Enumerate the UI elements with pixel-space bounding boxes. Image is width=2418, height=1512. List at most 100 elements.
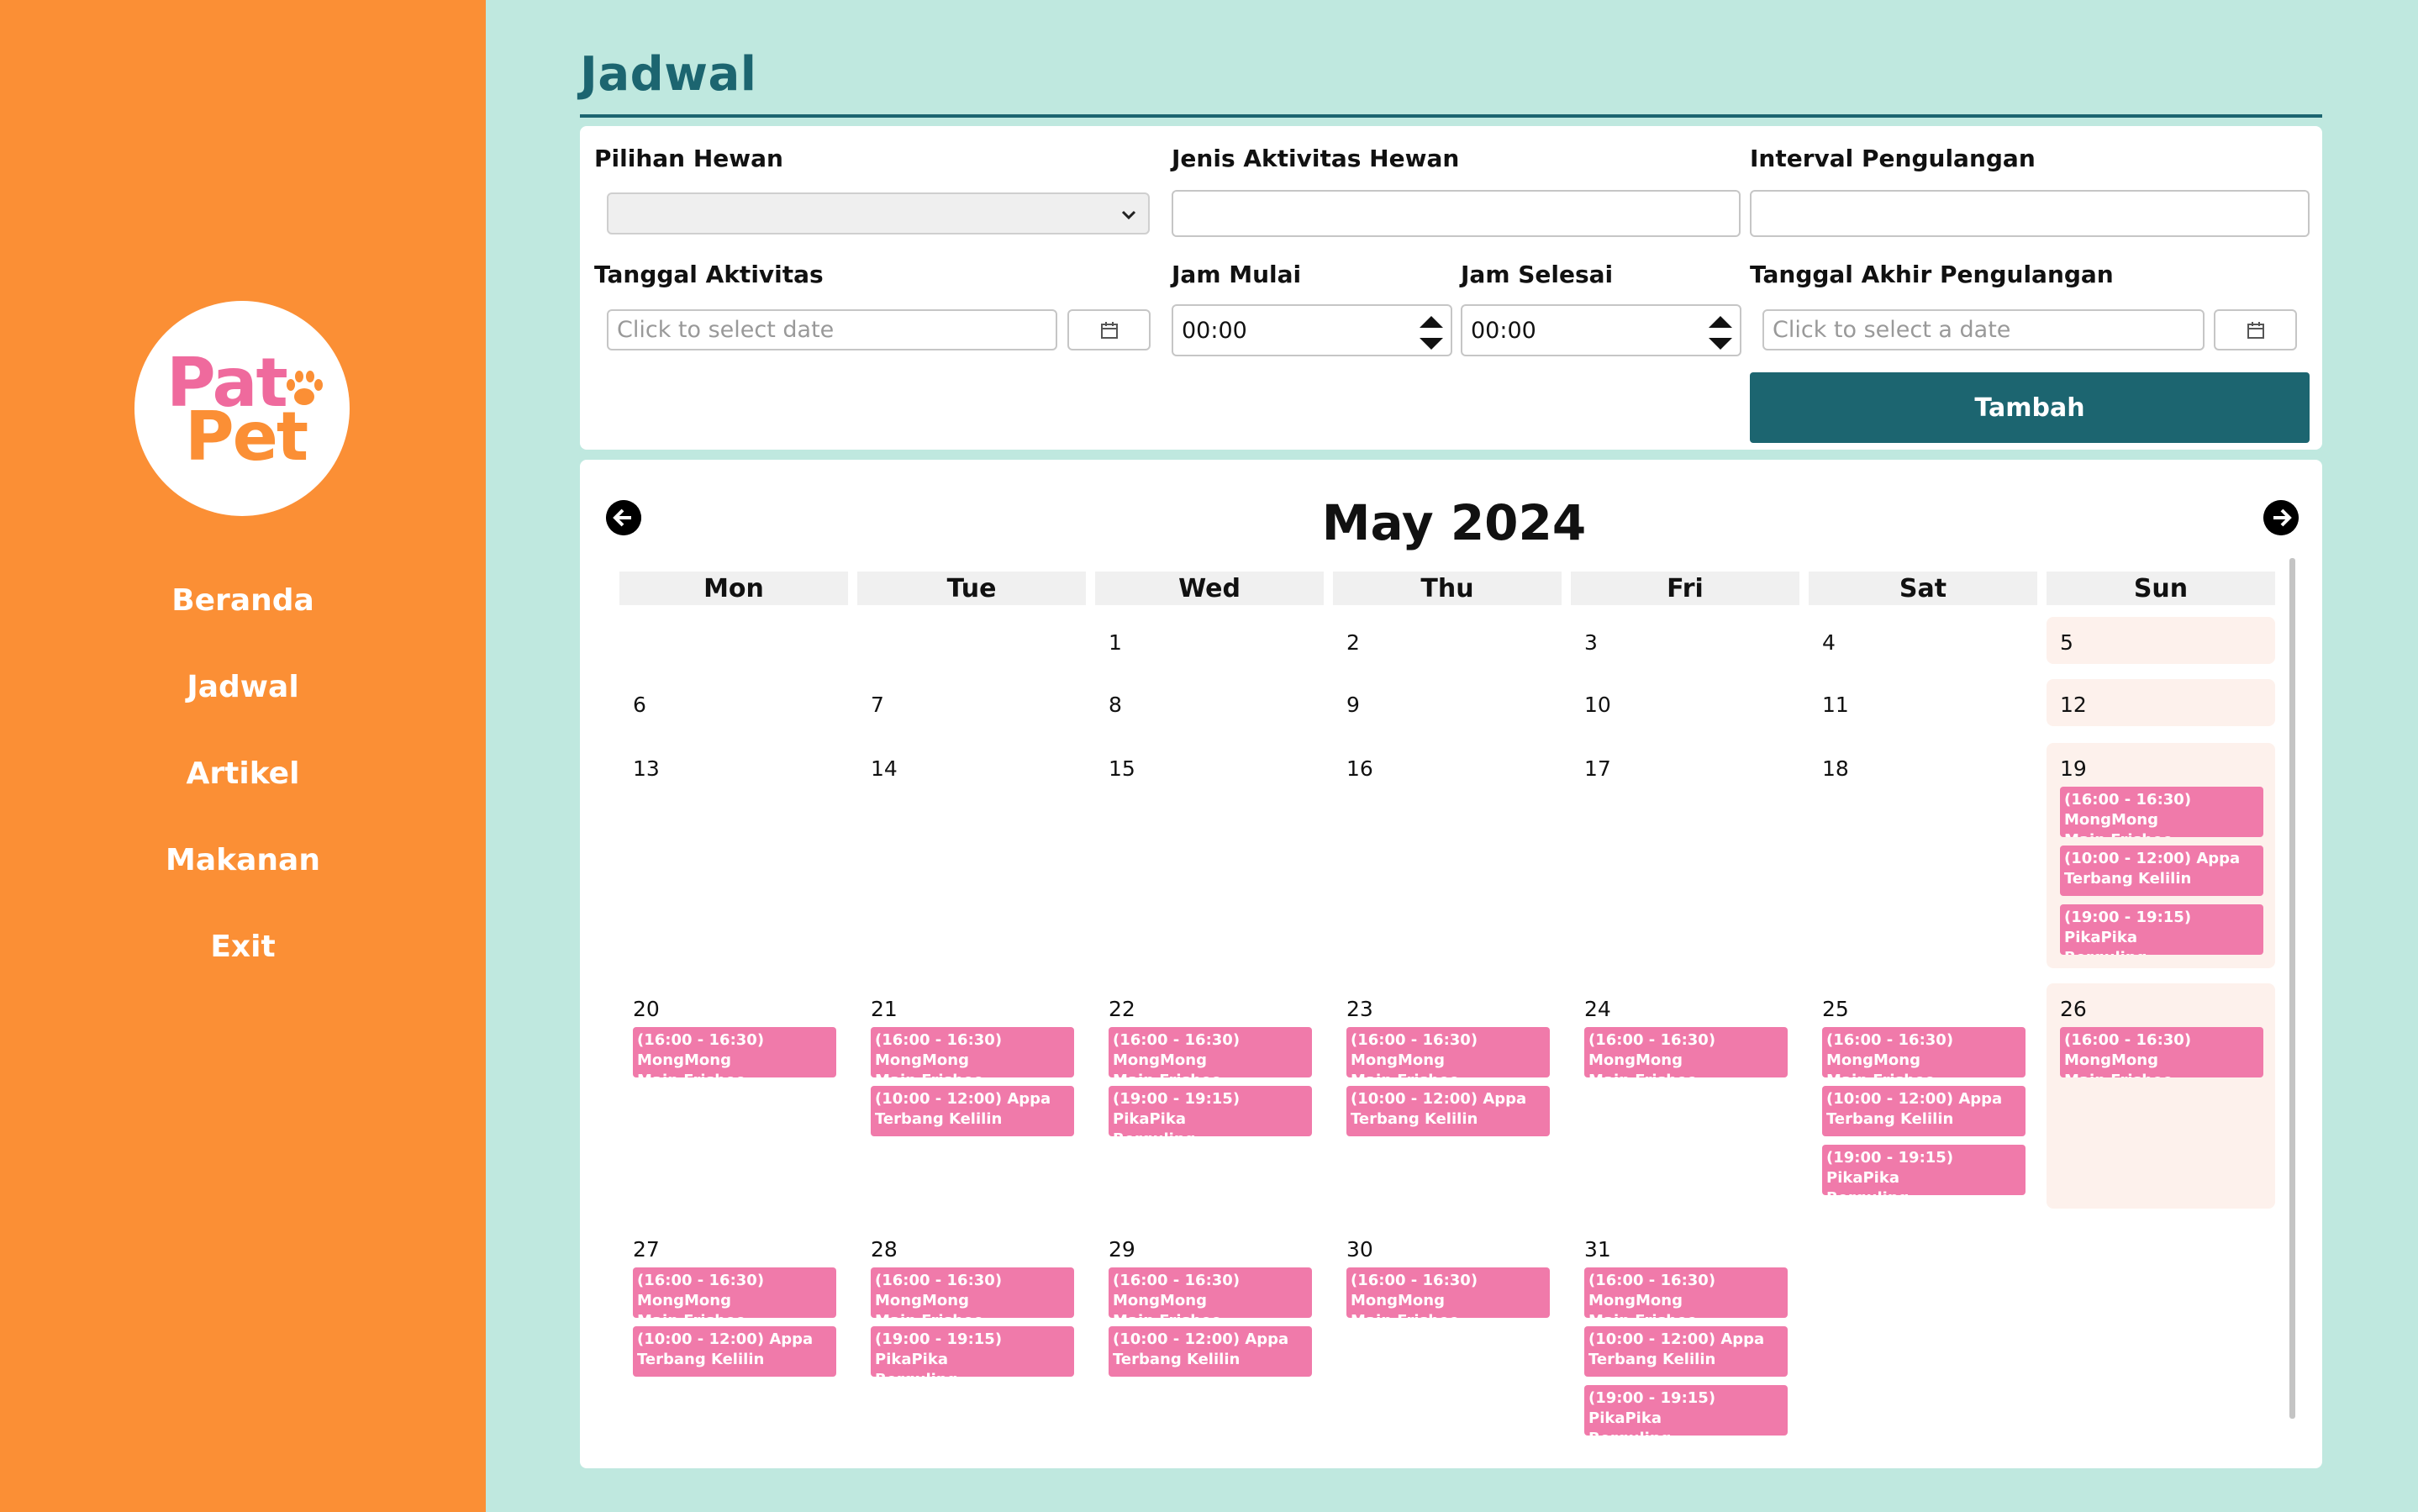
calendar-day-cell[interactable]: 11 [1809, 679, 2037, 733]
schedule-event[interactable]: (16:00 - 16:30) MongMongMain Frisbee [633, 1027, 836, 1077]
day-number: 17 [1584, 756, 1611, 781]
event-time-pet: (10:00 - 12:00) Appa [875, 1090, 1051, 1108]
schedule-event[interactable]: (10:00 - 12:00) Appa Terbang Kelilin [1109, 1326, 1312, 1377]
day-number: 27 [633, 1237, 660, 1262]
schedule-event[interactable]: (16:00 - 16:30) MongMongMain Frisbee [633, 1267, 836, 1318]
day-number: 25 [1822, 997, 1849, 1021]
calendar-day-cell[interactable]: 31(16:00 - 16:30) MongMongMain Frisbee(1… [1571, 1224, 1799, 1456]
nav-item-jadwal[interactable]: Jadwal [0, 670, 486, 704]
day-number: 2 [1346, 630, 1360, 655]
calendar-day-cell[interactable]: 4 [1809, 617, 2037, 671]
event-activity: Main Frisbee [1351, 1071, 1546, 1077]
schedule-event[interactable]: (19:00 - 19:15) PikaPikaBerguling [2060, 904, 2263, 955]
schedule-event[interactable]: (16:00 - 16:30) MongMongMain Frisbee [1584, 1267, 1788, 1318]
day-number: 10 [1584, 693, 1611, 717]
event-activity: Berguling [875, 1370, 1070, 1377]
schedule-event[interactable]: (10:00 - 12:00) Appa Terbang Kelilin [1346, 1086, 1550, 1136]
event-activity: Main Frisbee [875, 1311, 1070, 1318]
calendar-day-cell[interactable]: 13 [619, 743, 848, 975]
calendar-day-cell[interactable]: 26 (16:00 - 16:30) MongMong Main Frisbee [2047, 983, 2275, 1209]
calendar-day-cell[interactable]: 18 [1809, 743, 2037, 975]
weekday-header: Wed [1095, 572, 1324, 605]
calendar-day-cell[interactable]: 30 (16:00 - 16:30) MongMong Main Frisbee [1333, 1224, 1562, 1456]
schedule-event[interactable]: (16:00 - 16:30) MongMongMain Frisbee [1109, 1027, 1312, 1077]
calendar-day-cell[interactable]: 14 [857, 743, 1086, 975]
calendar-day-cell[interactable]: 3 [1571, 617, 1799, 671]
calendar-day-cell[interactable]: 7 [857, 679, 1086, 733]
schedule-event[interactable]: (10:00 - 12:00) Appa Terbang Kelilin [1584, 1326, 1788, 1377]
schedule-event[interactable]: (16:00 - 16:30) MongMong Main Frisbee [871, 1027, 1074, 1077]
add-schedule-button[interactable]: Tambah [1750, 372, 2310, 443]
calendar-day-cell[interactable]: 24 (16:00 - 16:30) MongMong Main Frisbee [1571, 983, 1799, 1215]
weekday-header: Thu [1333, 572, 1562, 605]
day-number: 5 [2060, 630, 2073, 655]
schedule-event[interactable]: (16:00 - 16:30) MongMongMain Frisbee [871, 1267, 1074, 1318]
schedule-event[interactable]: (19:00 - 19:15) PikaPikaBerguling [1584, 1385, 1788, 1436]
time-spinner-icon[interactable] [1415, 311, 1447, 355]
schedule-event[interactable]: (16:00 - 16:30) MongMongMain Frisbee [1584, 1027, 1788, 1077]
calendar-day-cell[interactable]: 17 [1571, 743, 1799, 975]
repeat-end-input[interactable]: Click to select a date [1762, 309, 2205, 350]
calendar-day-cell[interactable]: 10 [1571, 679, 1799, 733]
nav-item-beranda[interactable]: Beranda [0, 583, 486, 618]
schedule-event[interactable]: (16:00 - 16:30) MongMongMain Frisbee [2060, 1027, 2263, 1077]
calendar-day-cell[interactable]: 8 [1095, 679, 1324, 733]
date-label: Tanggal Aktivitas [594, 261, 824, 288]
schedule-event[interactable]: (16:00 - 16:30) MongMongMain Frisbee [1109, 1267, 1312, 1318]
date-input[interactable]: Click to select date [607, 309, 1057, 350]
calendar-day-cell[interactable]: 16 [1333, 743, 1562, 975]
schedule-event[interactable]: (19:00 - 19:15) PikaPikaBerguling [1822, 1145, 2026, 1195]
schedule-event[interactable]: (10:00 - 12:00) Appa Terbang Kelilin [633, 1326, 836, 1377]
arrow-left-icon[interactable] [606, 500, 641, 535]
calendar-scrollbar[interactable] [2289, 558, 2295, 1419]
event-time-pet: (16:00 - 16:30) MongMong [875, 1031, 1003, 1069]
schedule-event[interactable]: (10:00 - 12:00) Appa Terbang Kelilin [2060, 846, 2263, 896]
calendar-day-cell[interactable]: 2 [1333, 617, 1562, 671]
schedule-event[interactable]: (10:00 - 12:00) Appa Terbang Kelilin [871, 1086, 1074, 1136]
nav-item-exit[interactable]: Exit [0, 930, 486, 964]
calendar-day-cell[interactable]: 1 [1095, 617, 1324, 671]
arrow-right-icon[interactable] [2263, 500, 2299, 535]
interval-input[interactable] [1750, 190, 2310, 237]
event-time-pet: (16:00 - 16:30) MongMong [1351, 1031, 1478, 1069]
schedule-event[interactable]: (19:00 - 19:15) PikaPikaBerguling [1109, 1086, 1312, 1136]
start-time-input[interactable]: 00:00 [1172, 304, 1452, 356]
event-time-pet: (16:00 - 16:30) MongMong [1351, 1272, 1478, 1309]
calendar-day-cell[interactable]: 19(16:00 - 16:30) MongMongMain Frisbee(1… [2047, 743, 2275, 968]
event-activity: Terbang Kelilin [1113, 1351, 1241, 1368]
day-number: 8 [1109, 693, 1122, 717]
schedule-event[interactable]: (16:00 - 16:30) MongMongMain Frisbee [1346, 1267, 1550, 1318]
calendar-day-cell[interactable]: 6 [619, 679, 848, 733]
patpet-logo[interactable]: Pat Pet [134, 301, 350, 516]
calendar-day-cell[interactable]: 27 (16:00 - 16:30) MongMongMain Frisbee (1… [619, 1224, 848, 1456]
nav-item-makanan[interactable]: Makanan [0, 843, 486, 877]
end-time-value: 00:00 [1471, 317, 1536, 344]
event-activity: Main Frisbee [637, 1311, 832, 1318]
schedule-event[interactable]: (10:00 - 12:00) Appa Terbang Kelilin [1822, 1086, 2026, 1136]
event-activity: Main Frisbee [875, 1071, 1070, 1077]
schedule-event[interactable]: (16:00 - 16:30) MongMongMain Frisbee [2060, 787, 2263, 837]
calendar-day-cell[interactable]: 12 [2047, 679, 2275, 726]
calendar-day-cell[interactable]: 20 (16:00 - 16:30) MongMong Main Frisbee [619, 983, 848, 1215]
calendar-day-cell[interactable]: 21(16:00 - 16:30) MongMongMain Frisbee(1… [857, 983, 1086, 1215]
calendar-day-cell[interactable]: 22(16:00 - 16:30) MongMongMain Frisbee(1… [1095, 983, 1324, 1215]
activity-input[interactable] [1172, 190, 1741, 237]
date-picker-button[interactable] [1067, 309, 1151, 350]
schedule-event[interactable]: (16:00 - 16:30) MongMong Main Frisbee [1346, 1027, 1550, 1077]
time-spinner-icon[interactable] [1704, 311, 1736, 355]
repeat-end-picker-button[interactable] [2214, 309, 2297, 350]
calendar-day-cell[interactable]: 25 (16:00 - 16:30) MongMongMain Frisbee (1… [1809, 983, 2037, 1215]
pet-select[interactable] [607, 192, 1150, 234]
schedule-event[interactable]: (16:00 - 16:30) MongMongMain Frisbee [1822, 1027, 2026, 1077]
schedule-event[interactable]: (19:00 - 19:15) PikaPikaBerguling [871, 1326, 1074, 1377]
calendar-day-cell[interactable]: 5 [2047, 617, 2275, 664]
nav-item-artikel[interactable]: Artikel [0, 756, 486, 791]
calendar-day-cell[interactable]: 15 [1095, 743, 1324, 975]
calendar-day-cell[interactable]: 9 [1333, 679, 1562, 733]
calendar-day-cell[interactable]: 29(16:00 - 16:30) MongMongMain Frisbee(1… [1095, 1224, 1324, 1456]
pet-label: Pilihan Hewan [594, 145, 783, 172]
calendar-day-cell[interactable]: 23(16:00 - 16:30) MongMongMain Frisbee(1… [1333, 983, 1562, 1215]
calendar-day-cell[interactable]: 28 (16:00 - 16:30) MongMongMain Frisbee (1… [857, 1224, 1086, 1456]
end-time-input[interactable]: 00:00 [1461, 304, 1741, 356]
day-number: 28 [871, 1237, 898, 1262]
